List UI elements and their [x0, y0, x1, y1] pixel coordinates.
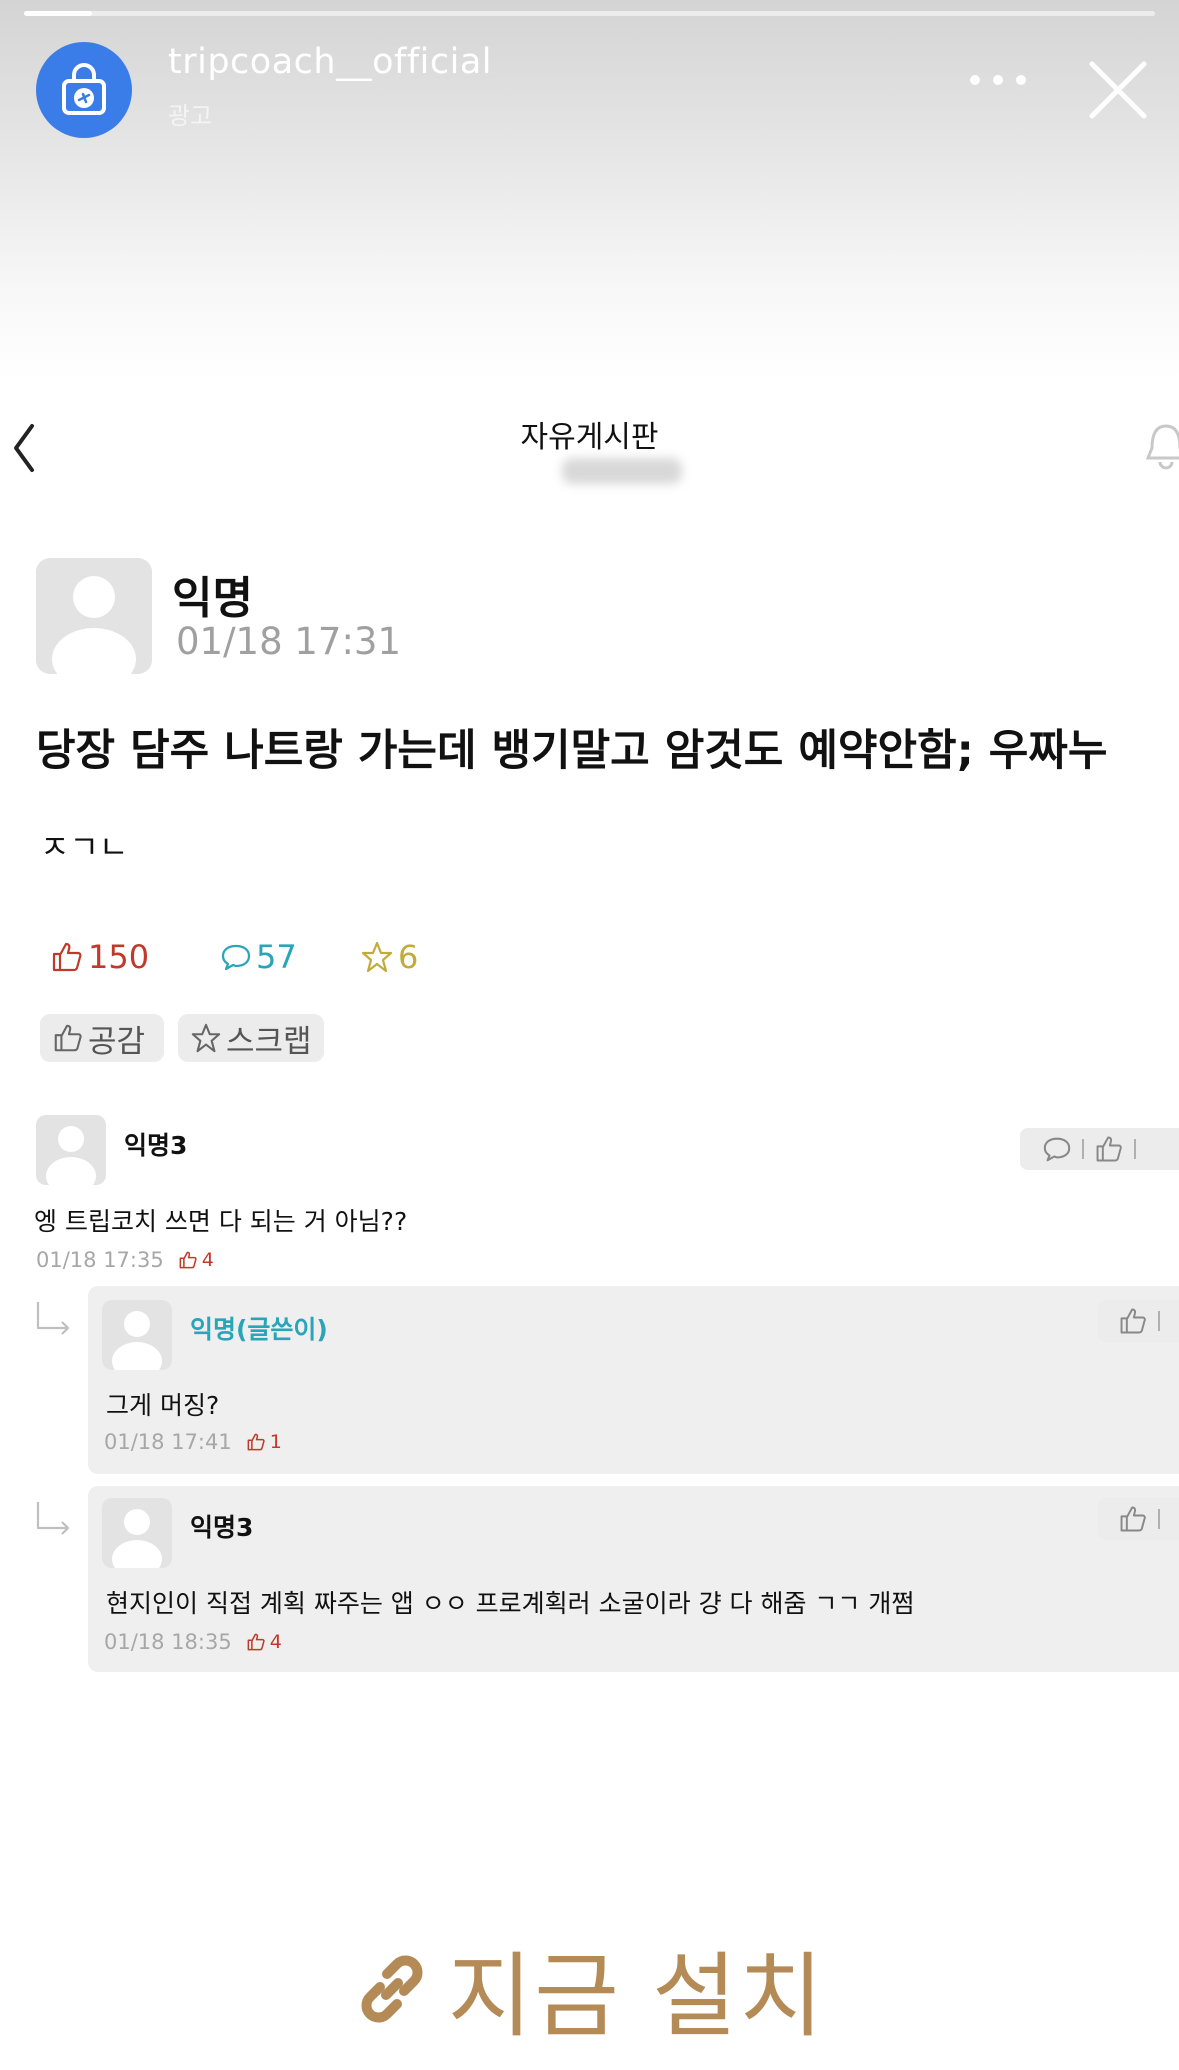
- comment-meta: 01/18 17:35 4: [36, 1248, 214, 1272]
- divider: [1134, 1139, 1136, 1159]
- star-icon: [191, 1023, 221, 1053]
- divider: [1158, 1311, 1160, 1331]
- post-like-count: 150: [50, 938, 149, 976]
- reply-actions: [1098, 1498, 1179, 1540]
- speech-bubble-icon: [221, 944, 251, 971]
- ad-label: 광고: [168, 102, 213, 130]
- comment-timestamp: 01/18 17:35: [36, 1248, 164, 1272]
- reply-actions: [1098, 1300, 1179, 1342]
- reply-timestamp: 01/18 17:41: [104, 1430, 232, 1454]
- reply-avatar: [102, 1300, 172, 1370]
- divider: [1082, 1139, 1084, 1159]
- reply-vote-count: 4: [269, 1631, 282, 1653]
- post-comment-number: 57: [256, 938, 297, 976]
- bell-icon[interactable]: [1146, 418, 1179, 474]
- comment-vote-count: 4: [201, 1249, 214, 1271]
- reply-avatar: [102, 1498, 172, 1568]
- comment-actions: [1020, 1128, 1179, 1170]
- reply-author: 익명(글쓴이): [190, 1315, 328, 1344]
- comment-avatar: [36, 1115, 106, 1185]
- thumbs-up-icon: [247, 1433, 265, 1451]
- reply-bubble-icon[interactable]: [1042, 1134, 1072, 1164]
- comment-author: 익명3: [124, 1131, 188, 1160]
- comment-text: 엥 트립코치 쓰면 다 되는 거 아님??: [34, 1207, 408, 1236]
- thumbs-up-icon[interactable]: [1094, 1134, 1124, 1164]
- post-scrap-number: 6: [398, 938, 419, 976]
- scrap-button-label: 스크랩: [226, 1023, 312, 1060]
- close-icon[interactable]: [1086, 58, 1150, 122]
- thumbs-up-icon: [52, 942, 82, 972]
- reply-arrow-icon: [36, 1302, 70, 1335]
- like-button-label: 공감: [88, 1023, 146, 1060]
- link-icon: [361, 1955, 423, 2022]
- thumbs-up-icon[interactable]: [1118, 1306, 1148, 1336]
- dot: [1016, 75, 1026, 85]
- install-now-button[interactable]: 지금 설치: [0, 1922, 1179, 2055]
- board-title: 자유게시판: [520, 420, 659, 455]
- shopping-bag-plane-icon: [62, 63, 106, 115]
- board-subtitle-blurred: [562, 458, 682, 484]
- reply-text: 현지인이 직접 계획 짜주는 앱 ㅇㅇ 프로계획러 소굴이라 걍 다 해줌 ㄱㄱ…: [106, 1589, 915, 1618]
- reply-vote: 4: [246, 1631, 282, 1653]
- star-icon: [361, 941, 393, 973]
- more-options-button[interactable]: [970, 70, 1026, 90]
- dot: [970, 75, 980, 85]
- post-comment-count: 57: [220, 938, 297, 976]
- post-timestamp: 01/18 17:31: [176, 620, 402, 663]
- reply-meta: 01/18 18:35 4: [104, 1630, 282, 1654]
- reply-timestamp: 01/18 18:35: [104, 1630, 232, 1654]
- account-name[interactable]: tripcoach__official: [168, 42, 492, 82]
- post-author: 익명: [172, 573, 253, 624]
- scrap-button[interactable]: 스크랩: [178, 1014, 324, 1062]
- brand-avatar[interactable]: [36, 42, 132, 138]
- thumbs-up-icon: [54, 1024, 82, 1052]
- story-header: tripcoach__official 광고: [0, 0, 1179, 380]
- reply-arrow-icon: [36, 1502, 70, 1535]
- reply-meta: 01/18 17:41 1: [104, 1430, 282, 1454]
- thumbs-up-icon[interactable]: [1118, 1504, 1148, 1534]
- dot: [993, 75, 1003, 85]
- thumbs-up-icon: [247, 1633, 265, 1651]
- post-author-avatar: [36, 558, 152, 674]
- story-progress-fill: [24, 11, 92, 16]
- post-body: ㅈㄱㄴ: [40, 828, 129, 866]
- comment-vote: 4: [178, 1249, 214, 1271]
- divider: [1158, 1509, 1160, 1529]
- reply-author: 익명3: [190, 1513, 254, 1542]
- like-button[interactable]: 공감: [40, 1014, 164, 1062]
- reply-vote-count: 1: [269, 1431, 282, 1453]
- reply-text: 그게 머징?: [106, 1391, 220, 1420]
- install-now-label: 지금 설치: [447, 1943, 826, 2050]
- story-progress-bar: [24, 11, 1155, 16]
- post-like-number: 150: [88, 938, 150, 976]
- post-title: 당장 담주 나트랑 가는데 뱅기말고 암것도 예약안함; 우짜누: [36, 726, 1108, 776]
- post-scrap-count: 6: [360, 938, 418, 976]
- reply-vote: 1: [246, 1431, 282, 1453]
- thumbs-up-icon: [179, 1251, 197, 1269]
